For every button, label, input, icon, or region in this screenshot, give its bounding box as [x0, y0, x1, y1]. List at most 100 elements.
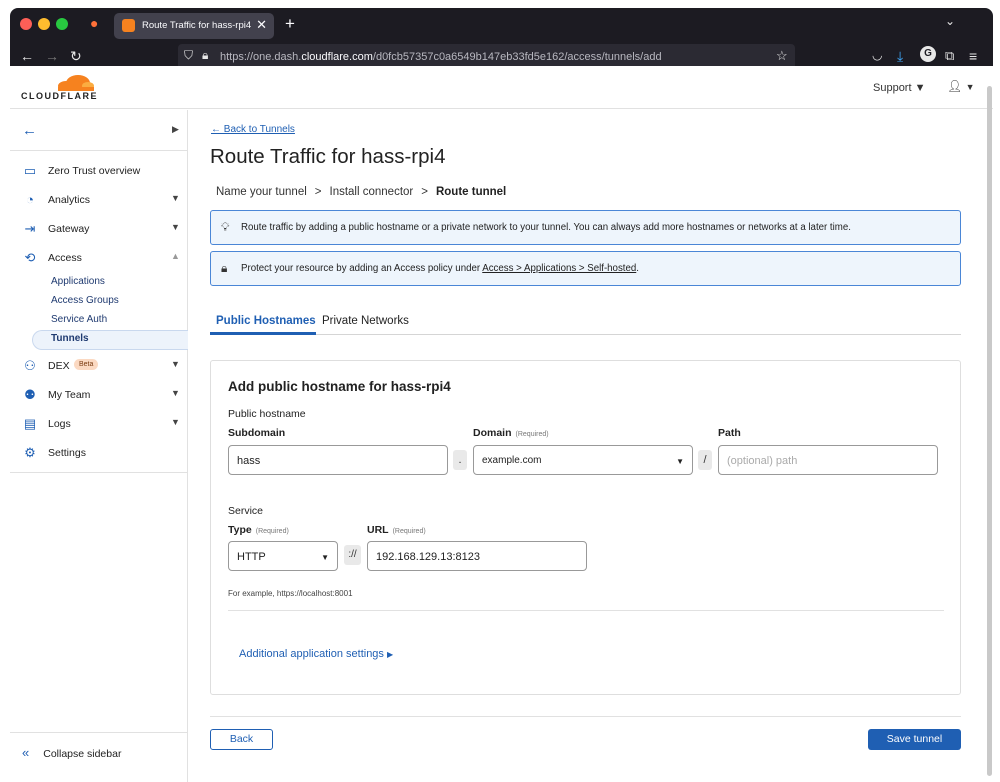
tab-close-icon[interactable]: ✕ [256, 17, 267, 33]
sidebar-expand-icon[interactable]: ▶ [172, 124, 179, 135]
sidebar-item-access[interactable]: ⟲ Access ▲ [10, 247, 187, 269]
sidebar-item-settings[interactable]: ⚙ Settings [10, 442, 187, 464]
type-label-text: Type [228, 524, 252, 536]
additional-settings-label: Additional application settings [239, 648, 384, 660]
scheme-separator: :// [344, 545, 361, 565]
caret-down-icon: ▼ [171, 388, 180, 398]
access-icon: ⟲ [24, 250, 36, 265]
domain-label: Domain (Required) [473, 427, 549, 439]
public-hostname-label: Public hostname [228, 408, 306, 420]
new-tab-icon[interactable]: + [285, 14, 295, 34]
save-tunnel-button[interactable]: Save tunnel [868, 729, 961, 750]
pocket-icon[interactable]: ◡ [872, 48, 882, 62]
step-install-connector: Install connector [329, 186, 414, 198]
sidebar-item-zero-trust-overview[interactable]: ▭ Zero Trust overview [10, 160, 187, 182]
divider [10, 150, 187, 151]
divider [210, 716, 961, 717]
caret-down-icon: ▼ [171, 222, 180, 232]
user-icon: 👤︎ [947, 79, 963, 93]
sidebar-item-analytics[interactable]: ◔ Analytics ▼ [10, 189, 187, 211]
step-name-tunnel: Name your tunnel [216, 186, 307, 198]
domain-select[interactable]: example.com ▼ [473, 445, 693, 475]
domain-select-value: example.com [482, 455, 542, 466]
cloudflare-favicon-icon [122, 19, 135, 32]
sidebar-item-label: Gateway [48, 223, 90, 235]
sidebar-subitem-tunnels[interactable]: Tunnels [51, 333, 89, 344]
service-type-select[interactable]: HTTP ▼ [228, 541, 338, 571]
sidebar-item-label: Logs [48, 418, 71, 430]
tab-public-hostnames[interactable]: Public Hostnames [216, 315, 316, 327]
chevron-right-icon: > [421, 186, 428, 198]
sidebar-item-my-team[interactable]: ⚉ My Team ▼ [10, 384, 187, 406]
caret-right-icon: ▶ [387, 650, 394, 659]
url-label: URL (Required) [367, 524, 426, 536]
caret-down-icon: ▼ [676, 457, 684, 466]
logs-icon: ▤ [23, 416, 37, 431]
back-arrow-icon[interactable]: ← [20, 48, 34, 64]
path-input[interactable]: (optional) path [718, 445, 938, 475]
double-chevron-left-icon: « [22, 745, 30, 760]
info-banner-text: Route traffic by adding a public hostnam… [241, 222, 851, 233]
step-route-tunnel: Route tunnel [435, 186, 507, 198]
sidebar-subitem-access-groups[interactable]: Access Groups [51, 295, 119, 306]
forward-arrow-icon[interactable]: → [45, 48, 59, 64]
caret-down-icon: ▼ [914, 82, 926, 94]
subdomain-label: Subdomain [228, 427, 286, 439]
page-scrollbar[interactable] [987, 86, 992, 776]
support-menu[interactable]: Support ▼ [873, 82, 925, 94]
sidebar-item-logs[interactable]: ▤ Logs ▼ [10, 413, 187, 435]
url-hint: For example, https://localhost:8001 [228, 589, 353, 598]
lock-icon[interactable]: 🔒︎ [202, 48, 208, 63]
collapse-sidebar-button[interactable]: « Collapse sidebar [22, 745, 121, 760]
maximize-window-button[interactable] [56, 18, 68, 30]
required-text: (Required) [255, 528, 289, 535]
tab-list-icon[interactable]: ⌄ [945, 14, 955, 28]
active-tab-indicator [210, 332, 316, 335]
extensions-icon[interactable]: ⧉ [945, 48, 954, 64]
window-icon: ▭ [23, 163, 37, 178]
sidebar-subitem-service-auth[interactable]: Service Auth [51, 314, 107, 325]
divider [10, 472, 187, 473]
caret-down-icon: ▼ [965, 82, 975, 92]
subdomain-input[interactable]: hass [228, 445, 448, 475]
team-icon: ⚉ [24, 387, 36, 402]
caret-up-icon: ▲ [171, 251, 180, 261]
policy-banner-text: Protect your resource by adding an Acces… [241, 263, 639, 274]
self-hosted-link[interactable]: Access > Applications > Self-hosted [482, 263, 636, 274]
sidebar-item-dex[interactable]: ⚇ DEX Beta ▼ [10, 355, 187, 377]
shield-icon[interactable]: ⛉ [184, 48, 193, 63]
download-icon[interactable]: ⤓ [897, 48, 903, 65]
minimize-window-button[interactable] [38, 18, 50, 30]
app-header: CLOUDFLARE Support ▼ 👤︎ ▼ [10, 66, 993, 109]
browser-tab[interactable]: Route Traffic for hass-rpi4 - Clo ✕ [114, 13, 274, 39]
divider [228, 610, 944, 611]
bookmark-star-icon[interactable]: ☆ [776, 48, 788, 64]
close-window-button[interactable] [20, 18, 32, 30]
additional-settings-toggle[interactable]: Additional application settings ▶ [239, 648, 393, 660]
reload-icon[interactable]: ↻ [70, 48, 82, 65]
back-button[interactable]: Back [210, 729, 273, 750]
chevron-right-icon: > [314, 186, 322, 198]
tab-private-networks[interactable]: Private Networks [322, 315, 409, 327]
user-menu[interactable]: 👤︎ ▼ [947, 79, 975, 93]
sidebar-item-label: Settings [48, 447, 86, 459]
service-url-input[interactable]: 192.168.129.13:8123 [367, 541, 587, 571]
sidebar-item-gateway[interactable]: ⇥ Gateway ▼ [10, 218, 187, 240]
account-icon[interactable]: G [920, 46, 936, 62]
tab-title: Route Traffic for hass-rpi4 - Clo [142, 20, 254, 31]
menu-icon[interactable]: ≡ [969, 48, 977, 64]
sidebar: ← ▶ ▭ Zero Trust overview ◔ Analytics ▼ … [10, 110, 188, 782]
gear-icon: ⚙ [24, 445, 36, 460]
policy-banner-prefix: Protect your resource by adding an Acces… [241, 263, 483, 274]
domain-label-text: Domain [473, 427, 512, 439]
sidebar-subitem-applications[interactable]: Applications [51, 276, 105, 287]
url-text: https://one.dash.cloudflare.com/d0fcb573… [220, 51, 662, 63]
cloudflare-logo-icon[interactable] [56, 73, 94, 91]
caret-down-icon: ▼ [171, 193, 180, 203]
service-type-value: HTTP [237, 551, 266, 563]
logo-text[interactable]: CLOUDFLARE [21, 91, 98, 101]
sidebar-item-label: DEX [48, 360, 70, 372]
sidebar-back-icon[interactable]: ← [22, 122, 37, 139]
back-to-tunnels-link[interactable]: ← Back to Tunnels [211, 124, 295, 135]
beta-badge: Beta [74, 359, 99, 370]
